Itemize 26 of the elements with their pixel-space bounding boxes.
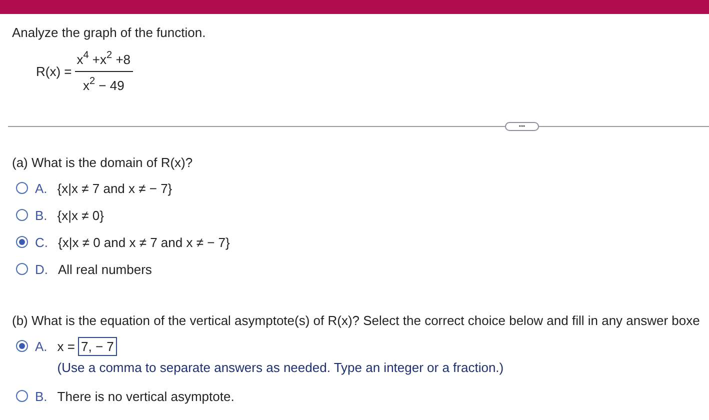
- radio-button[interactable]: [16, 182, 28, 194]
- denominator: x$^{2}$ − 49: [82, 75, 124, 95]
- radio-button[interactable]: [16, 263, 28, 275]
- choice-letter[interactable]: A.: [35, 181, 48, 196]
- function-name: R(x) =: [36, 64, 72, 78]
- choice-letter[interactable]: D.: [35, 262, 48, 277]
- numerator: x$^{4}$ +x$^{2}$ +8: [74, 46, 133, 72]
- answer-box[interactable]: 7, − 7: [78, 337, 117, 356]
- choice-letter[interactable]: C.: [35, 235, 48, 250]
- radio-button[interactable]: [16, 236, 28, 248]
- choice-text: {x|x ≠ 0}: [57, 208, 104, 223]
- question-text: (a) What is the domain of R(x)?: [12, 155, 194, 170]
- choice-text: {x|x ≠ 7 and x ≠ − 7}: [57, 181, 172, 196]
- choice-text: x =: [57, 339, 76, 354]
- question-text: (b) What is the equation of the vertical asymptote(s) of R(x)? Select the correct choice below and fill in any answer boxe: [12, 313, 701, 328]
- choice-letter[interactable]: B.: [35, 208, 48, 223]
- radio-button[interactable]: [16, 340, 28, 352]
- choice-text: There is no vertical asymptote.: [57, 389, 234, 404]
- radio-button[interactable]: [16, 390, 28, 402]
- choice-text: {x|x ≠ 0 and x ≠ 7 and x ≠ − 7}: [58, 235, 230, 250]
- instruction-text: Analyze the graph of the function.: [12, 25, 207, 40]
- choice-text: All real numbers: [58, 262, 152, 277]
- hint-text: (Use a comma to separate answers as needed. Type an integer or a fraction.): [57, 360, 504, 375]
- choice-letter[interactable]: A.: [35, 339, 48, 354]
- radio-button[interactable]: [16, 209, 28, 221]
- choice-letter[interactable]: B.: [35, 389, 48, 404]
